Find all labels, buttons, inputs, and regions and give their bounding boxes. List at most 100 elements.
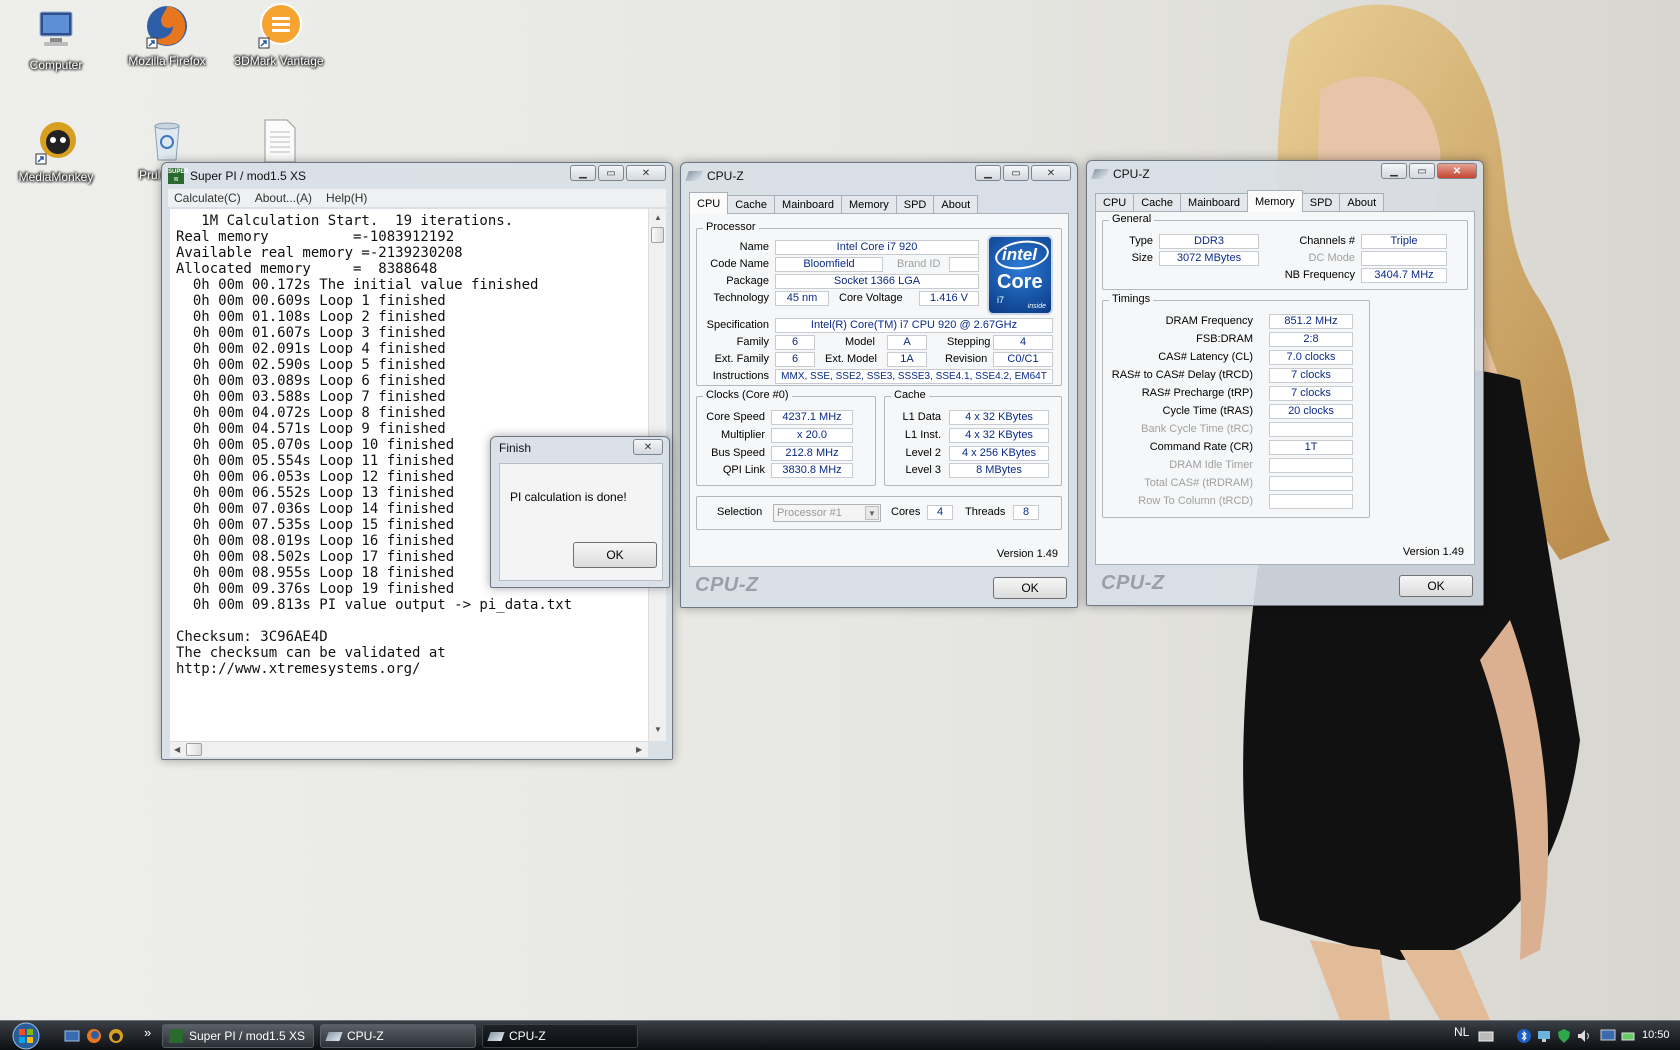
voltage-label: Core Voltage bbox=[839, 292, 903, 304]
network-icon[interactable] bbox=[1536, 1028, 1552, 1044]
bluetooth-icon[interactable] bbox=[1516, 1028, 1532, 1044]
maximize-button[interactable]: ▭ bbox=[1003, 165, 1029, 181]
taskbar-button-cpuz-1[interactable]: CPU-Z bbox=[320, 1024, 476, 1048]
console-line: Available real memory =-2139230208 bbox=[176, 245, 463, 261]
cpuz-app-icon bbox=[685, 171, 703, 181]
mediamonkey-quicklaunch-icon[interactable] bbox=[108, 1028, 124, 1044]
horizontal-scrollbar[interactable]: ◀ ▶ bbox=[170, 741, 648, 757]
minimize-button[interactable]: ▁ bbox=[570, 165, 596, 181]
security-icon[interactable] bbox=[1556, 1028, 1572, 1044]
start-button[interactable] bbox=[8, 1021, 44, 1050]
cpuz-titlebar[interactable]: CPU-Z ▁ ▭ ✕ bbox=[681, 163, 1077, 189]
scroll-left-arrow[interactable]: ◀ bbox=[174, 745, 180, 754]
tab-mainboard[interactable]: Mainboard bbox=[1180, 193, 1249, 212]
group-title: Clocks (Core #0) bbox=[703, 389, 792, 401]
maximize-button[interactable]: ▭ bbox=[598, 165, 624, 181]
model-label: Model bbox=[845, 336, 875, 348]
keyboard-icon[interactable] bbox=[1478, 1028, 1494, 1044]
minimize-button[interactable]: ▁ bbox=[975, 165, 1001, 181]
dialog-message: PI calculation is done! bbox=[510, 490, 627, 504]
ok-button[interactable]: OK bbox=[1399, 575, 1473, 597]
clock[interactable]: 10:50 bbox=[1642, 1029, 1670, 1041]
show-desktop-icon[interactable] bbox=[64, 1028, 80, 1044]
scroll-right-arrow[interactable]: ▶ bbox=[636, 745, 642, 754]
tab-cache[interactable]: Cache bbox=[727, 195, 776, 214]
dramfreq-label: DRAM Frequency bbox=[1165, 315, 1253, 327]
tab-spd[interactable]: SPD bbox=[895, 195, 935, 214]
revision-label: Revision bbox=[945, 353, 988, 365]
close-button[interactable]: ✕ bbox=[1437, 163, 1477, 179]
cpuz-memory-window[interactable]: CPU-Z ▁ ▭ ✕ CPU Cache Mainboard Memory S… bbox=[1086, 160, 1484, 606]
monitor-icon[interactable] bbox=[1600, 1028, 1616, 1044]
desktop-icon-mediamonkey[interactable]: MediaMonkey bbox=[6, 118, 106, 184]
tab-spd[interactable]: SPD bbox=[1301, 193, 1341, 212]
scroll-up-arrow[interactable]: ▲ bbox=[654, 213, 662, 222]
console-line: 0h 00m 01.108s Loop 2 finished bbox=[176, 309, 446, 325]
finish-titlebar[interactable]: Finish ✕ bbox=[491, 437, 669, 459]
cpuz-tabs: CPU Cache Mainboard Memory SPD About bbox=[1095, 190, 1385, 212]
desktop-icon-file[interactable] bbox=[229, 116, 329, 168]
power-icon[interactable] bbox=[1620, 1028, 1636, 1044]
version-label: Version 1.49 bbox=[996, 548, 1058, 560]
cpuz-cpu-window[interactable]: CPU-Z ▁ ▭ ✕ CPU Cache Mainboard Memory S… bbox=[680, 162, 1078, 608]
finish-dialog[interactable]: Finish ✕ PI calculation is done! OK bbox=[490, 436, 670, 588]
l1i-value: 4 x 32 KBytes bbox=[949, 428, 1049, 443]
tras-value: 20 clocks bbox=[1269, 404, 1353, 419]
desktop-icon-firefox[interactable]: Mozilla Firefox bbox=[117, 2, 217, 68]
revision-value: C0/C1 bbox=[993, 352, 1053, 367]
menu-help[interactable]: Help(H) bbox=[326, 191, 367, 205]
model-value: A bbox=[887, 335, 927, 350]
superpi-titlebar[interactable]: SUPER π Super PI / mod1.5 XS ▁ ▭ ✕ bbox=[162, 163, 672, 189]
scroll-down-arrow[interactable]: ▼ bbox=[654, 725, 662, 734]
processor-select[interactable]: Processor #1 ▼ bbox=[773, 504, 881, 522]
menu-calculate[interactable]: Calculate(C) bbox=[174, 191, 241, 205]
group-title: Processor bbox=[703, 221, 759, 233]
desktop-icon-computer[interactable]: Computer bbox=[6, 6, 106, 72]
tab-about[interactable]: About bbox=[933, 195, 979, 214]
firefox-icon bbox=[143, 2, 191, 50]
trcd-value: 7 clocks bbox=[1269, 368, 1353, 383]
ok-button[interactable]: OK bbox=[573, 542, 657, 568]
tab-cpu[interactable]: CPU bbox=[1095, 193, 1135, 212]
console-line: 0h 00m 03.588s Loop 7 finished bbox=[176, 389, 446, 405]
tab-memory[interactable]: Memory bbox=[841, 195, 897, 214]
intel-logo-i7: i7 bbox=[997, 295, 1005, 305]
close-button[interactable]: ✕ bbox=[626, 165, 666, 181]
console-line: 0h 00m 03.089s Loop 6 finished bbox=[176, 373, 446, 389]
volume-icon[interactable] bbox=[1576, 1028, 1592, 1044]
scroll-thumb[interactable] bbox=[186, 743, 202, 756]
desktop-icon-label: Mozilla Firefox bbox=[128, 54, 206, 68]
menu-about[interactable]: About...(A) bbox=[255, 191, 312, 205]
taskbar-button-superpi[interactable]: Super PI / mod1.5 XS bbox=[162, 1024, 314, 1048]
close-button[interactable]: ✕ bbox=[1031, 165, 1071, 181]
minimize-button[interactable]: ▁ bbox=[1381, 163, 1407, 179]
language-indicator[interactable]: NL bbox=[1454, 1025, 1469, 1039]
firefox-quicklaunch-icon[interactable] bbox=[86, 1028, 102, 1044]
tab-mainboard[interactable]: Mainboard bbox=[774, 195, 843, 214]
tab-cpu[interactable]: CPU bbox=[689, 192, 729, 214]
desktop-icon-3dmark[interactable]: 3DMark Vantage bbox=[229, 2, 329, 68]
spec-value: Intel(R) Core(TM) i7 CPU 920 @ 2.67GHz bbox=[775, 318, 1053, 333]
windows-logo-icon bbox=[12, 1022, 40, 1050]
cpuz-titlebar[interactable]: CPU-Z ▁ ▭ ✕ bbox=[1087, 161, 1483, 187]
superpi-menubar: Calculate(C) About...(A) Help(H) bbox=[168, 189, 666, 207]
ok-button[interactable]: OK bbox=[993, 577, 1067, 599]
tab-memory[interactable]: Memory bbox=[1247, 190, 1303, 212]
processor-select-value: Processor #1 bbox=[777, 507, 842, 519]
tab-cache[interactable]: Cache bbox=[1133, 193, 1182, 212]
trcd-label: RAS# to CAS# Delay (tRCD) bbox=[1111, 369, 1253, 381]
close-button[interactable]: ✕ bbox=[633, 439, 663, 455]
quicklaunch-chevron[interactable]: » bbox=[144, 1025, 151, 1040]
fsbdram-label: FSB:DRAM bbox=[1196, 333, 1253, 345]
scroll-thumb[interactable] bbox=[651, 227, 664, 243]
processor-group: Processor Name Intel Core i7 920 Code Na… bbox=[696, 221, 1062, 386]
fsbdram-value: 2:8 bbox=[1269, 332, 1353, 347]
cpuz-app-icon bbox=[487, 1031, 505, 1041]
trdram-label: Total CAS# (tRDRAM) bbox=[1144, 477, 1253, 489]
maximize-button[interactable]: ▭ bbox=[1409, 163, 1435, 179]
taskbar-button-cpuz-2[interactable]: CPU-Z bbox=[482, 1024, 638, 1048]
tab-about[interactable]: About bbox=[1339, 193, 1385, 212]
extmodel-label: Ext. Model bbox=[825, 353, 877, 365]
l3-label: Level 3 bbox=[905, 464, 941, 476]
threads-label: Threads bbox=[965, 506, 1006, 518]
